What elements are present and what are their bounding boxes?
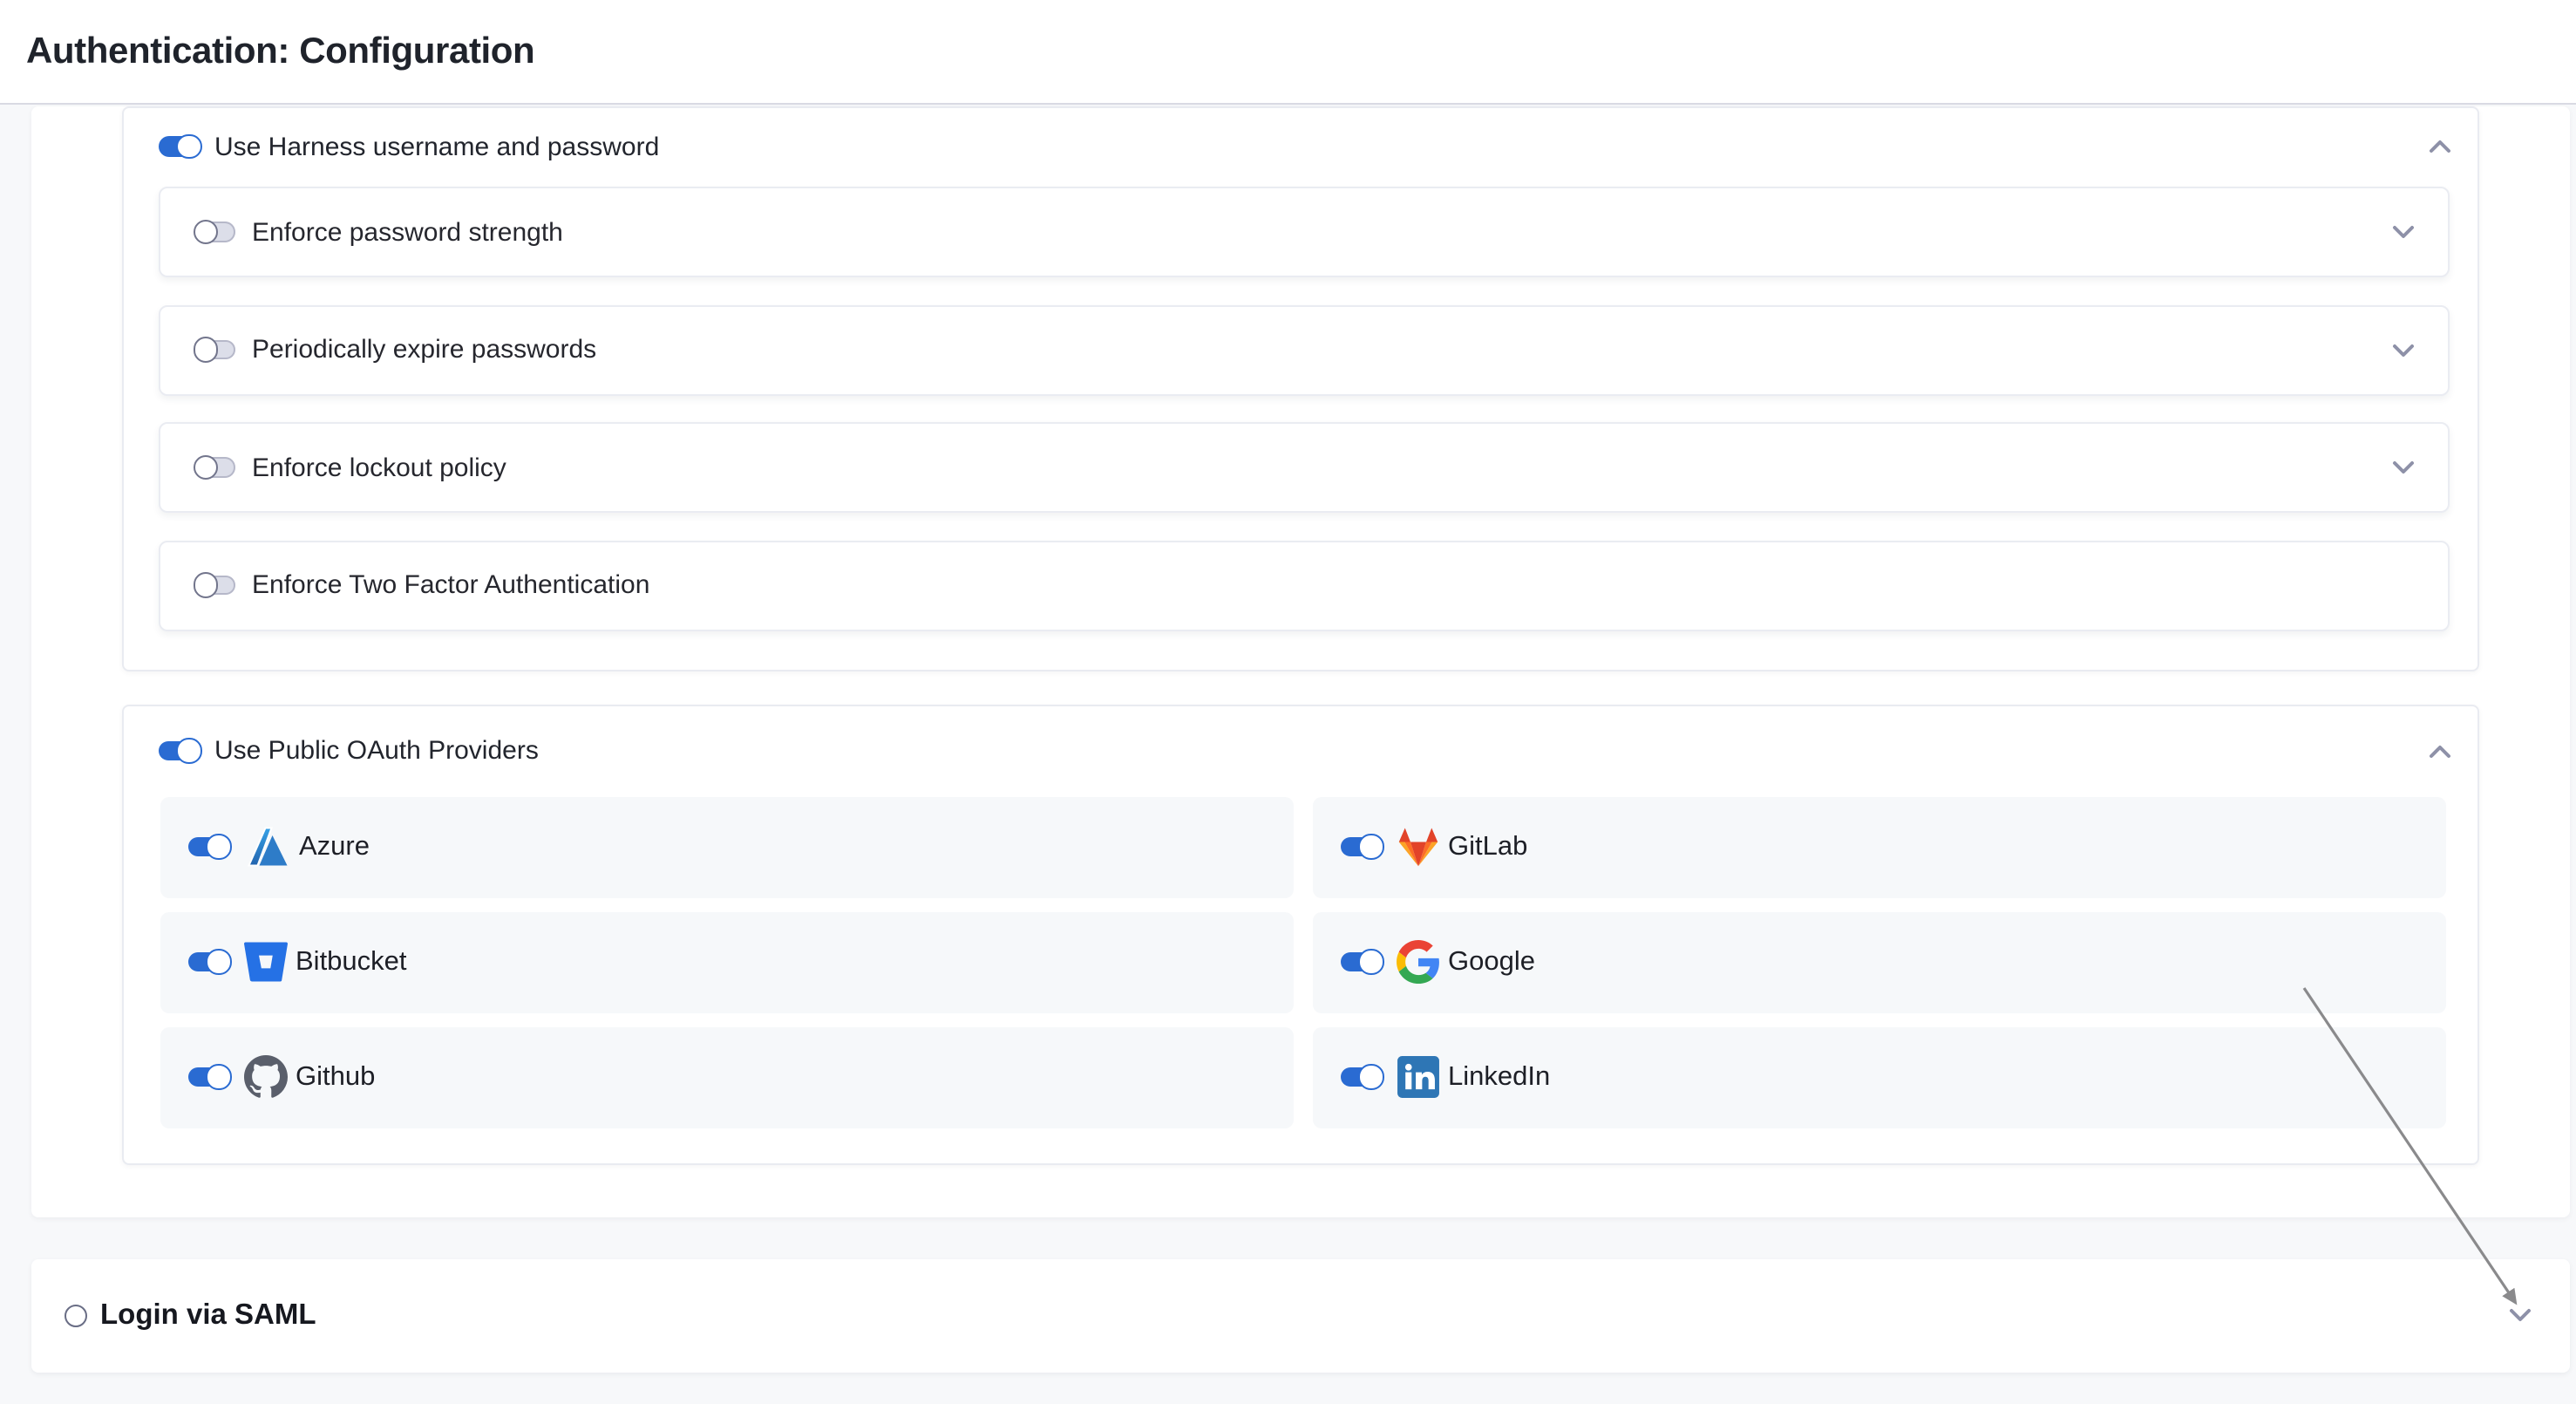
oauth-provider-github[interactable]: Github bbox=[160, 1026, 1293, 1128]
setting-enforce-lockout-policy[interactable]: Enforce lockout policy bbox=[159, 422, 2449, 513]
provider-label: Github bbox=[296, 1061, 375, 1093]
linkedin-toggle[interactable] bbox=[1341, 1067, 1381, 1087]
github-toggle[interactable] bbox=[188, 1067, 228, 1087]
bitbucket-toggle[interactable] bbox=[188, 952, 228, 972]
setting-enforce-two-factor-authentication[interactable]: Enforce Two Factor Authentication bbox=[159, 540, 2449, 630]
provider-label: Azure bbox=[299, 831, 370, 862]
setting-label: Enforce password strength bbox=[252, 217, 563, 247]
setting-enforce-password-strength[interactable]: Enforce password strength bbox=[159, 187, 2449, 277]
linkedin-icon bbox=[1397, 1055, 1440, 1099]
setting-label: Periodically expire passwords bbox=[252, 335, 596, 365]
saml-label: Login via SAML bbox=[100, 1299, 316, 1332]
harness-username-password-toggle[interactable] bbox=[159, 137, 199, 157]
oauth-section-label: Use Public OAuth Providers bbox=[214, 736, 539, 766]
oauth-provider-google[interactable]: Google bbox=[1312, 911, 2445, 1012]
oauth-provider-gitlab[interactable]: GitLab bbox=[1312, 796, 2445, 897]
oauth-provider-azure[interactable]: Azure bbox=[160, 796, 1293, 897]
azure-toggle[interactable] bbox=[188, 837, 228, 857]
periodically-expire-passwords-toggle[interactable] bbox=[195, 340, 235, 360]
provider-label: Bitbucket bbox=[296, 946, 407, 978]
provider-label: LinkedIn bbox=[1448, 1061, 1550, 1093]
saml-radio-button[interactable] bbox=[64, 1305, 86, 1327]
enforce-password-strength-toggle[interactable] bbox=[195, 222, 235, 242]
oauth-provider-bitbucket[interactable]: Bitbucket bbox=[160, 911, 1293, 1012]
provider-label: GitLab bbox=[1448, 831, 1527, 862]
google-toggle[interactable] bbox=[1341, 952, 1381, 972]
provider-label: Google bbox=[1448, 946, 1535, 978]
gitlab-toggle[interactable] bbox=[1341, 837, 1381, 857]
oauth-column-right: GitLab Google bbox=[1312, 796, 2445, 1128]
setting-label: Enforce lockout policy bbox=[252, 453, 506, 482]
page-header: Authentication: Configuration bbox=[0, 0, 2576, 105]
azure-icon bbox=[244, 825, 291, 869]
gitlab-icon bbox=[1397, 825, 1440, 869]
harness-section-label: Use Harness username and password bbox=[214, 132, 659, 161]
public-oauth-providers-toggle[interactable] bbox=[159, 741, 199, 761]
auth-settings-card: Use Harness username and password Enforc… bbox=[31, 106, 2570, 1217]
authentication-configuration-page: Authentication: Configuration Use Harnes… bbox=[0, 0, 2576, 1404]
section-public-oauth-providers: Use Public OAuth Providers bbox=[122, 704, 2479, 1165]
oauth-provider-grid: Azure Bitbucket Github bbox=[160, 796, 2445, 1128]
chevron-down-icon[interactable] bbox=[2391, 216, 2414, 248]
chevron-down-icon[interactable] bbox=[2391, 334, 2414, 365]
saml-expand-chevron-down-icon[interactable] bbox=[2508, 1300, 2531, 1332]
login-via-saml-card[interactable]: Login via SAML bbox=[31, 1259, 2570, 1372]
setting-label: Enforce Two Factor Authentication bbox=[252, 570, 649, 600]
google-icon bbox=[1397, 940, 1440, 984]
setting-periodically-expire-passwords[interactable]: Periodically expire passwords bbox=[159, 304, 2449, 395]
enforce-lockout-policy-toggle[interactable] bbox=[195, 458, 235, 478]
github-icon bbox=[244, 1055, 288, 1099]
page-title: Authentication: Configuration bbox=[26, 31, 534, 72]
section-harness-username-password: Use Harness username and password Enforc… bbox=[122, 106, 2479, 671]
oauth-provider-linkedin[interactable]: LinkedIn bbox=[1312, 1026, 2445, 1128]
chevron-up-icon[interactable] bbox=[2429, 131, 2451, 162]
chevron-down-icon[interactable] bbox=[2391, 452, 2414, 483]
chevron-up-icon[interactable] bbox=[2429, 735, 2451, 767]
bitbucket-icon bbox=[244, 940, 288, 984]
oauth-section-header: Use Public OAuth Providers bbox=[124, 705, 2477, 796]
harness-section-header: Use Harness username and password bbox=[124, 108, 2477, 185]
oauth-column-left: Azure Bitbucket Github bbox=[160, 796, 1293, 1128]
enforce-two-factor-authentication-toggle[interactable] bbox=[195, 576, 235, 596]
